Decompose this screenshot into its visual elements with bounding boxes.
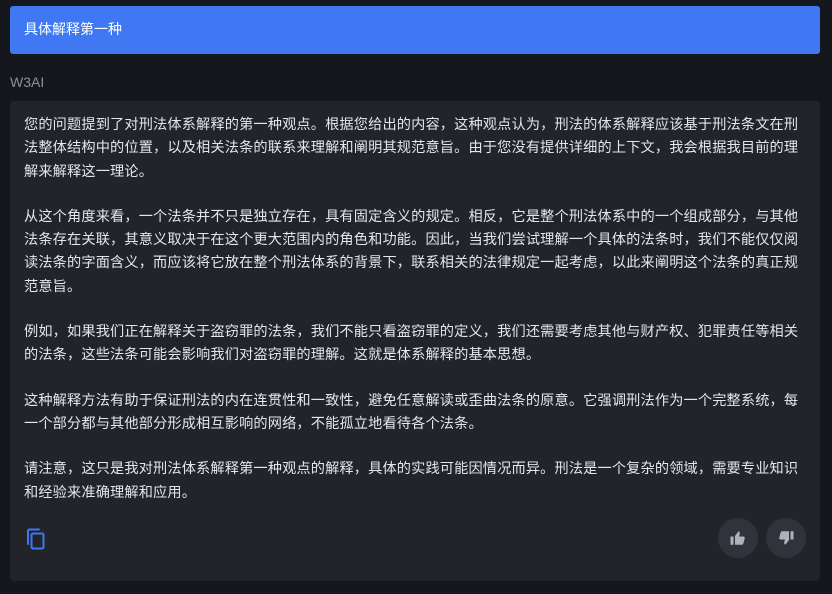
thumbs-up-icon (730, 531, 745, 545)
answer-paragraph: 请注意，这只是我对刑法体系解释第一种观点的解释，具体的实践可能因情况而异。刑法是… (24, 461, 799, 501)
copy-button[interactable] (24, 527, 48, 551)
bot-name-label: W3AI (10, 74, 45, 90)
thumbs-down-icon (779, 531, 794, 545)
user-question-text: 具体解释第一种 (24, 22, 122, 38)
like-button[interactable] (718, 518, 758, 558)
user-question-bubble: 具体解释第一种 (10, 6, 820, 54)
answer-text: 您的问题提到了对刑法体系解释的第一种观点。根据您给出的内容，这种观点认为，刑法的… (24, 114, 806, 505)
answer-paragraph: 从这个角度来看，一个法条并不只是独立存在，具有固定含义的规定。相反，它是整个刑法… (24, 208, 799, 295)
answer-paragraph: 您的问题提到了对刑法体系解释的第一种观点。根据您给出的内容，这种观点认为，刑法的… (24, 117, 799, 180)
answer-card: 您的问题提到了对刑法体系解释的第一种观点。根据您给出的内容，这种观点认为，刑法的… (10, 101, 820, 581)
answer-paragraph: 这种解释方法有助于保证刑法的内在连贯性和一致性，避免任意解读或歪曲法条的原意。它… (24, 392, 799, 432)
copy-icon (27, 528, 45, 550)
answer-paragraph: 例如，如果我们正在解释关于盗窃罪的法条，我们不能只看盗窃罪的定义，我们还需要考虑… (24, 324, 799, 364)
chat-page: 具体解释第一种 W3AI 您的问题提到了对刑法体系解释的第一种观点。根据您给出的… (0, 0, 832, 594)
dislike-button[interactable] (766, 518, 806, 558)
